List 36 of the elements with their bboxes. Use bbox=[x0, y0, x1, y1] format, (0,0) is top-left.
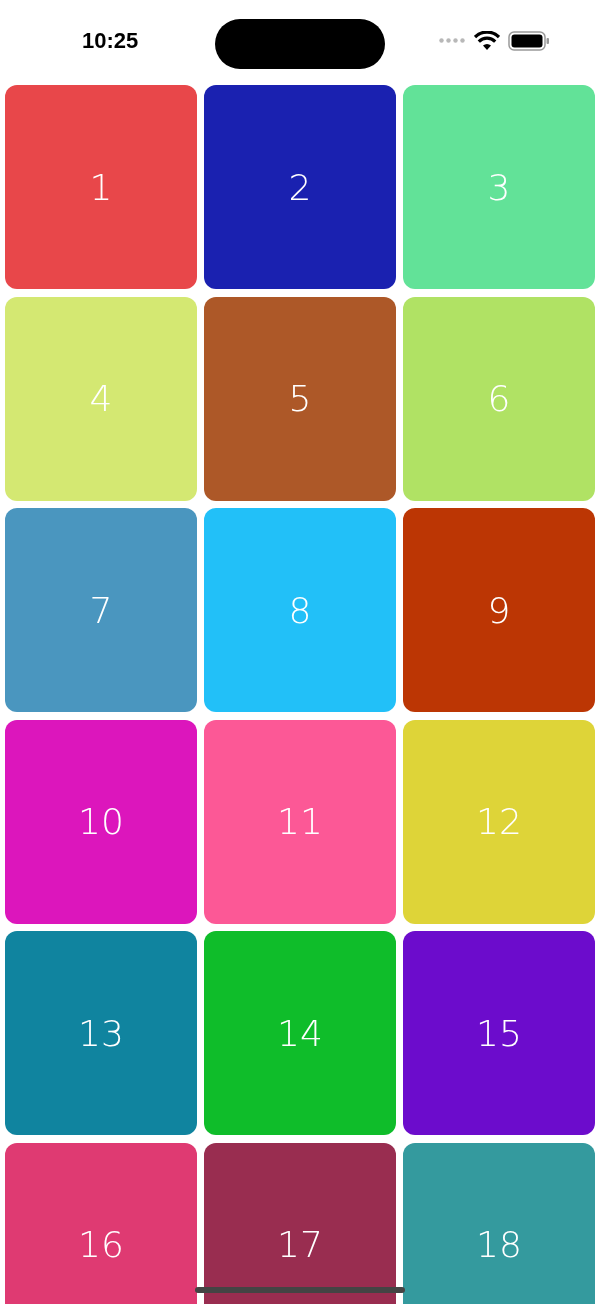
color-tile[interactable]: 10 bbox=[5, 719, 197, 924]
tile-number: 12 bbox=[476, 801, 522, 842]
tile-number: 10 bbox=[78, 801, 124, 842]
color-tile[interactable]: 5 bbox=[204, 296, 396, 501]
color-tile[interactable]: 11 bbox=[204, 719, 396, 924]
color-tile[interactable]: 17 bbox=[204, 1142, 396, 1304]
color-tile[interactable]: 15 bbox=[403, 931, 595, 1135]
color-tile[interactable]: 14 bbox=[204, 931, 396, 1135]
color-tile[interactable]: 13 bbox=[5, 931, 197, 1135]
signal-icon bbox=[439, 38, 466, 43]
wifi-icon bbox=[474, 31, 500, 50]
battery-icon bbox=[508, 30, 550, 51]
tile-number: 6 bbox=[487, 378, 511, 419]
tile-number: 15 bbox=[476, 1012, 522, 1054]
color-tile[interactable]: 18 bbox=[403, 1142, 595, 1304]
color-tile[interactable]: 8 bbox=[204, 508, 396, 712]
tile-number: 5 bbox=[288, 378, 312, 419]
color-tile[interactable]: 2 bbox=[204, 85, 396, 289]
tile-number: 1 bbox=[89, 166, 113, 208]
tile-number: 11 bbox=[277, 801, 323, 842]
tile-number: 13 bbox=[78, 1012, 124, 1054]
tile-number: 2 bbox=[288, 166, 312, 208]
color-tile[interactable]: 7 bbox=[5, 508, 197, 712]
tile-number: 16 bbox=[78, 1224, 124, 1265]
tile-number: 4 bbox=[89, 378, 113, 419]
tile-number: 18 bbox=[476, 1224, 522, 1265]
color-tile[interactable]: 1 bbox=[5, 85, 197, 289]
tile-number: 9 bbox=[487, 589, 511, 631]
status-time: 10:25 bbox=[82, 27, 139, 54]
tile-number: 8 bbox=[288, 589, 312, 631]
tile-number: 17 bbox=[277, 1224, 323, 1265]
color-tile[interactable]: 9 bbox=[403, 508, 595, 712]
color-tile[interactable]: 16 bbox=[5, 1142, 197, 1304]
tile-number: 3 bbox=[487, 166, 511, 208]
tile-number: 7 bbox=[89, 589, 113, 631]
tile-number: 14 bbox=[277, 1012, 323, 1054]
